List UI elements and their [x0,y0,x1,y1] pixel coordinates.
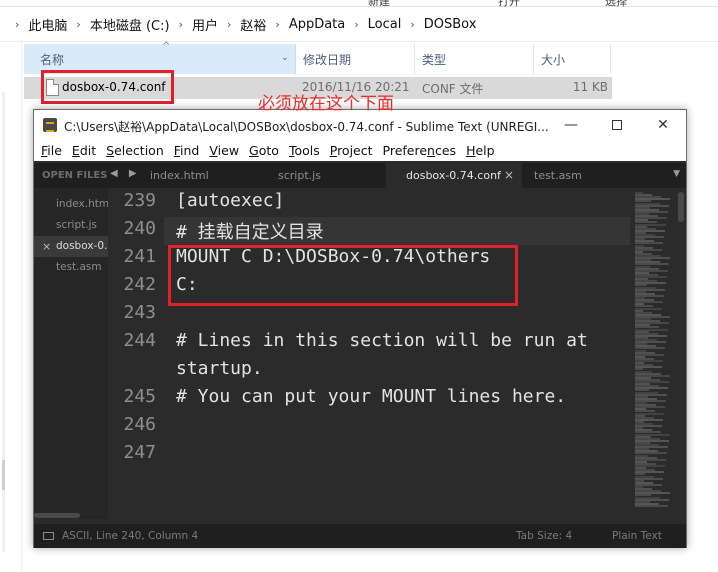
line-number: 239 [123,190,156,211]
chevron-right-icon[interactable]: › [76,18,80,31]
sidebar-file[interactable]: index.htm [34,194,108,215]
line-number-gutter: 239 240 241 242 243 244 245 246 247 [108,188,164,519]
tab-strip: OPEN FILES ◀ ▶ index.html script.js dosb… [34,163,686,188]
title-bar[interactable]: C:\Users\赵裕\AppData\Local\DOSBox\dosbox-… [34,110,686,140]
scrollbar-thumb[interactable] [2,460,5,490]
sort-up-icon: ^ [162,41,171,52]
menu-item-preferences[interactable]: Preferences [383,143,457,158]
line-number: 244 [123,330,156,351]
line-number: 246 [123,414,156,435]
menu-item-help[interactable]: Help [466,143,495,158]
breadcrumb-dosbox[interactable]: DOSBox [424,17,477,32]
minimap[interactable] [632,188,676,519]
close-icon[interactable]: × [42,236,51,257]
close-button[interactable]: ✕ [640,110,686,140]
menu-item-selection[interactable]: Selection [106,143,164,158]
chevron-right-icon: › [15,18,20,31]
sidebar: index.htm script.js × dosbox-0.7 test.as… [34,188,108,519]
menu-item-tools[interactable]: Tools [289,143,320,158]
menu-item-file[interactable]: File [41,143,62,158]
line-number: 243 [123,302,156,323]
menu-item-view[interactable]: View [209,143,239,158]
line-number: 242 [123,274,156,295]
code-line: # You can put your MOUNT lines here. [176,386,567,407]
menu-item-goto[interactable]: Goto [249,143,279,158]
tab-script-js[interactable]: script.js [258,163,376,188]
minimize-button[interactable]: — [548,110,594,140]
close-icon[interactable]: × [504,163,514,188]
menu-item-project[interactable]: Project [330,143,373,158]
line-number: 245 [123,386,156,407]
navigation-pane-edge [0,42,22,572]
chevron-right-icon[interactable]: › [227,18,231,31]
tab-index-html[interactable]: index.html [130,163,248,188]
address-bar[interactable]: › 此电脑 › 本地磁盘 (C:) › 用户 › 赵裕 › AppData › … [0,8,718,42]
ribbon-remnant: 新建 打开 选择 [0,0,718,8]
menu-bar: File Edit Selection Find View Goto Tools Projec… [34,140,686,161]
chevron-down-icon[interactable]: ▼ [673,169,680,179]
maximize-button[interactable] [594,110,640,140]
code-line: [autoexec] [176,190,285,211]
panel-toggle-icon[interactable] [43,532,54,540]
line-number: 241 [123,246,156,267]
tab-size-selector[interactable]: Tab Size: 4 [516,524,572,548]
menu-item-edit[interactable]: Edit [72,143,96,158]
syntax-selector[interactable]: Plain Text [612,524,662,548]
breadcrumb-this-pc[interactable]: 此电脑 [28,15,67,34]
tab-label: test.asm [534,169,582,182]
editor-text-area[interactable]: [autoexec] # 挂载自定义目录 MOUNT C D:\DOSBox-0.7… [164,188,630,519]
column-header-size[interactable]: 大小 [535,44,611,74]
code-line: # Lines in this section will be run at [176,330,588,351]
tab-label: dosbox-0.74.conf [406,169,501,182]
file-highlight-box [41,70,174,104]
chevron-right-icon[interactable]: › [179,18,183,31]
sublime-window: C:\Users\赵裕\AppData\Local\DOSBox\dosbox-… [33,109,687,548]
sidebar-file-label: dosbox-0.7 [56,240,108,252]
tab-dosbox-conf[interactable]: dosbox-0.74.conf × [386,163,522,188]
column-type-label: 类型 [422,52,447,67]
code-highlight-box [168,245,518,306]
tab-label: index.html [150,169,209,182]
code-line: # 挂载自定义目录 [176,222,324,243]
breadcrumb-user[interactable]: 赵裕 [240,15,266,34]
file-size: 11 KB [572,80,608,94]
chevron-right-icon[interactable]: › [275,18,279,31]
column-header-date[interactable]: 修改日期 [297,44,415,74]
horizontal-scrollbar-thumb[interactable] [34,513,80,518]
line-number: 240 [123,218,156,239]
breadcrumb-local[interactable]: Local [368,17,402,32]
chevron-right-icon[interactable]: › [354,18,358,31]
line-number: 247 [123,442,156,463]
column-date-label: 修改日期 [303,52,352,67]
tab-label: script.js [278,169,321,182]
maximize-icon [612,120,622,130]
window-title: C:\Users\赵裕\AppData\Local\DOSBox\dosbox-… [64,120,549,134]
annotation-note: 必须放在这个下面 [258,94,394,114]
sidebar-file[interactable]: test.asm [34,257,108,278]
tab-test-asm[interactable]: test.asm [514,163,614,188]
chevron-down-icon[interactable]: ⌄ [281,52,289,63]
cursor-position: ASCII, Line 240, Column 4 [62,530,199,542]
vertical-scrollbar[interactable] [676,188,686,519]
code-line: startup. [176,358,263,379]
sidebar-file[interactable]: script.js [34,215,108,236]
breadcrumb-users[interactable]: 用户 [192,15,218,34]
sublime-app-icon [43,118,57,132]
status-bar: ASCII, Line 240, Column 4 Tab Size: 4 Pl… [34,524,686,548]
file-type: CONF 文件 [422,82,484,96]
breadcrumb-appdata[interactable]: AppData [289,17,345,32]
column-name-label: 名称 [40,52,65,67]
column-header-type[interactable]: 类型 [416,44,534,74]
open-files-header: OPEN FILES [42,170,108,181]
sidebar-file-active[interactable]: × dosbox-0.7 [34,236,108,257]
menu-item-find[interactable]: Find [174,143,200,158]
column-size-label: 大小 [541,52,566,67]
scrollbar-thumb[interactable] [678,192,684,222]
chevron-right-icon[interactable]: › [410,18,414,31]
minimap-line [635,504,668,507]
breadcrumb-local-disk[interactable]: 本地磁盘 (C:) [90,15,170,34]
